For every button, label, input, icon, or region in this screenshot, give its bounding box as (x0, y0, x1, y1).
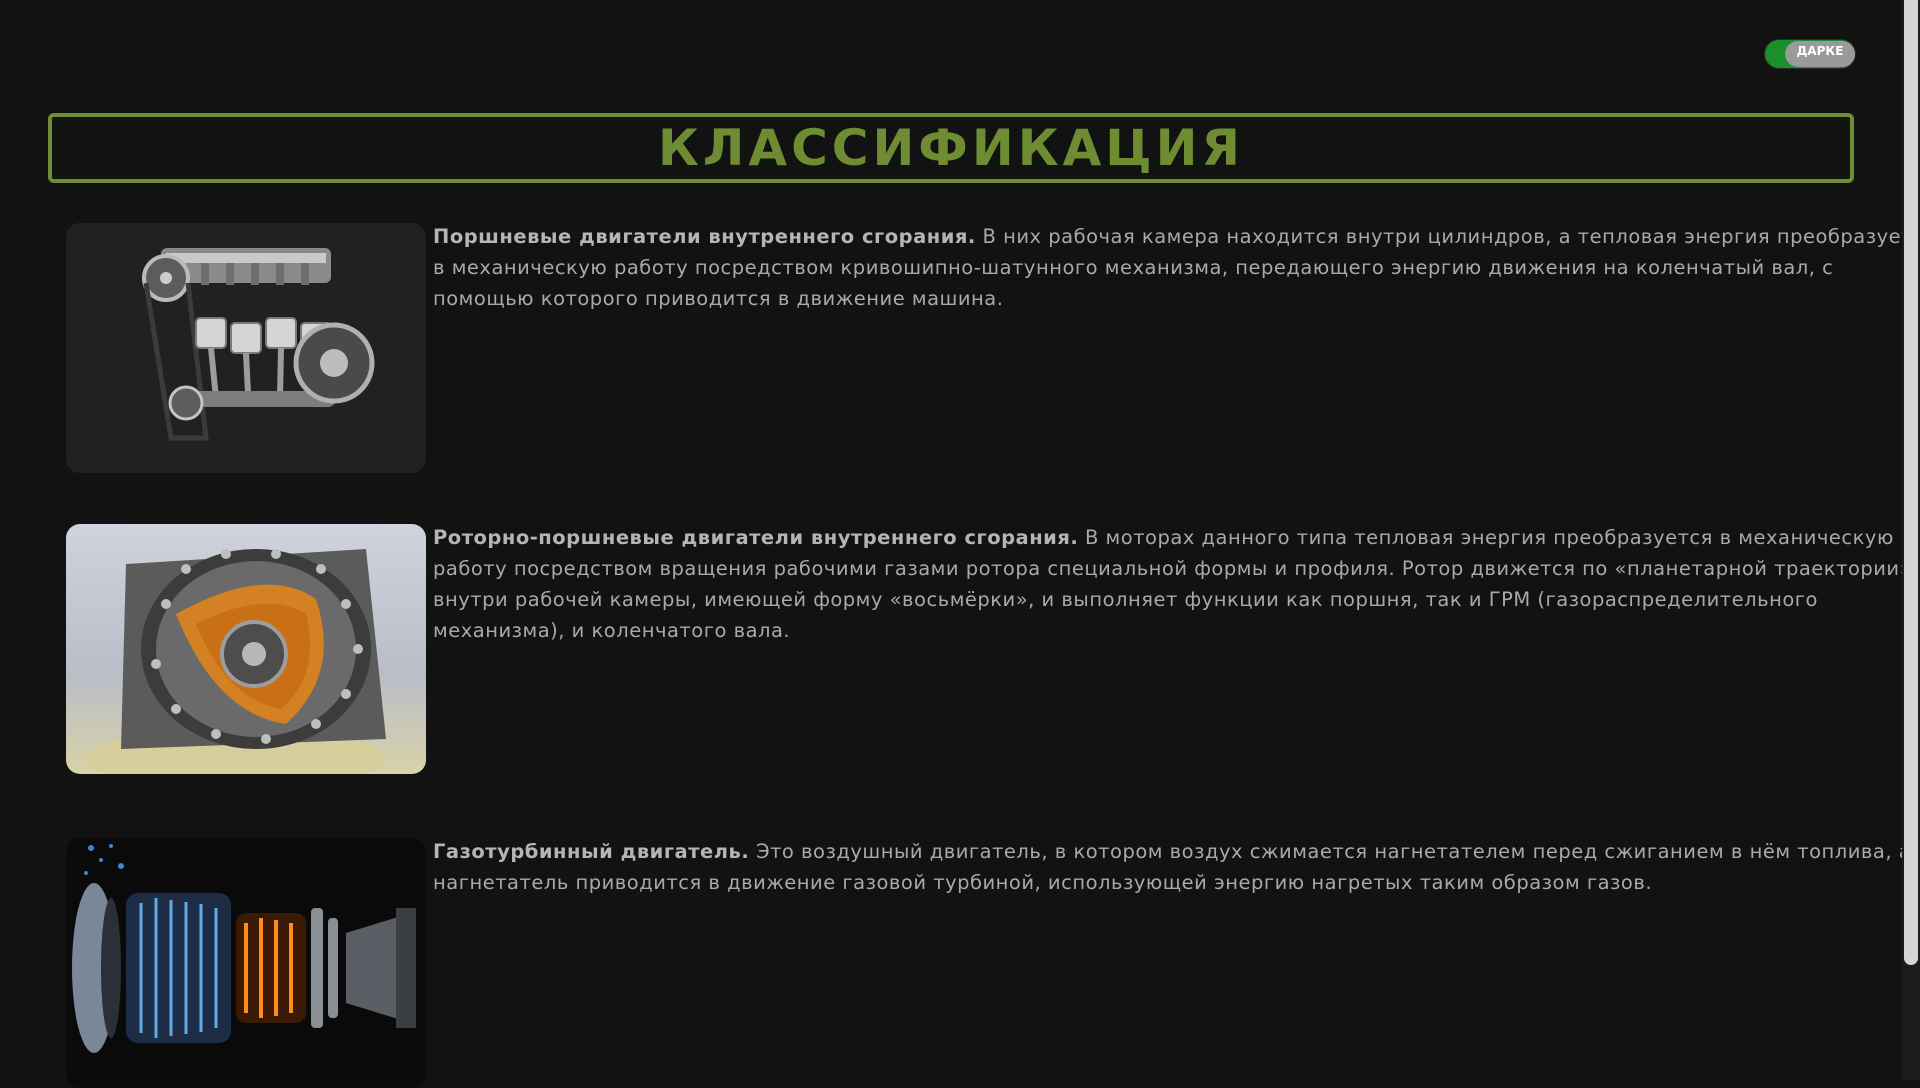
item-name: Газотурбинный двигатель. (433, 840, 750, 863)
page-title: КЛАССИФИКАЦИЯ (657, 119, 1245, 177)
gas-turbine-image (66, 838, 426, 1088)
theme-toggle-knob[interactable]: ДАРКЕ (1785, 41, 1855, 67)
item-name: Поршневые двигатели внутреннего сгорания… (433, 225, 976, 248)
theme-toggle-label: ДАРКЕ (1796, 44, 1844, 58)
scrollbar-thumb[interactable] (1904, 0, 1918, 965)
page-title-box: КЛАССИФИКАЦИЯ (48, 113, 1854, 183)
item-description: Газотурбинный двигатель. Это воздушный д… (433, 836, 1920, 898)
page-scrollbar[interactable] (1902, 0, 1920, 1080)
theme-toggle[interactable]: ДАРКЕ (1764, 39, 1856, 69)
item-description: Роторно-поршневые двигатели внутреннего … (433, 522, 1920, 646)
piston-engine-image (66, 223, 426, 473)
rotary-engine-image (66, 524, 426, 774)
item-description: Поршневые двигатели внутреннего сгорания… (433, 221, 1920, 314)
item-name: Роторно-поршневые двигатели внутреннего … (433, 526, 1079, 549)
